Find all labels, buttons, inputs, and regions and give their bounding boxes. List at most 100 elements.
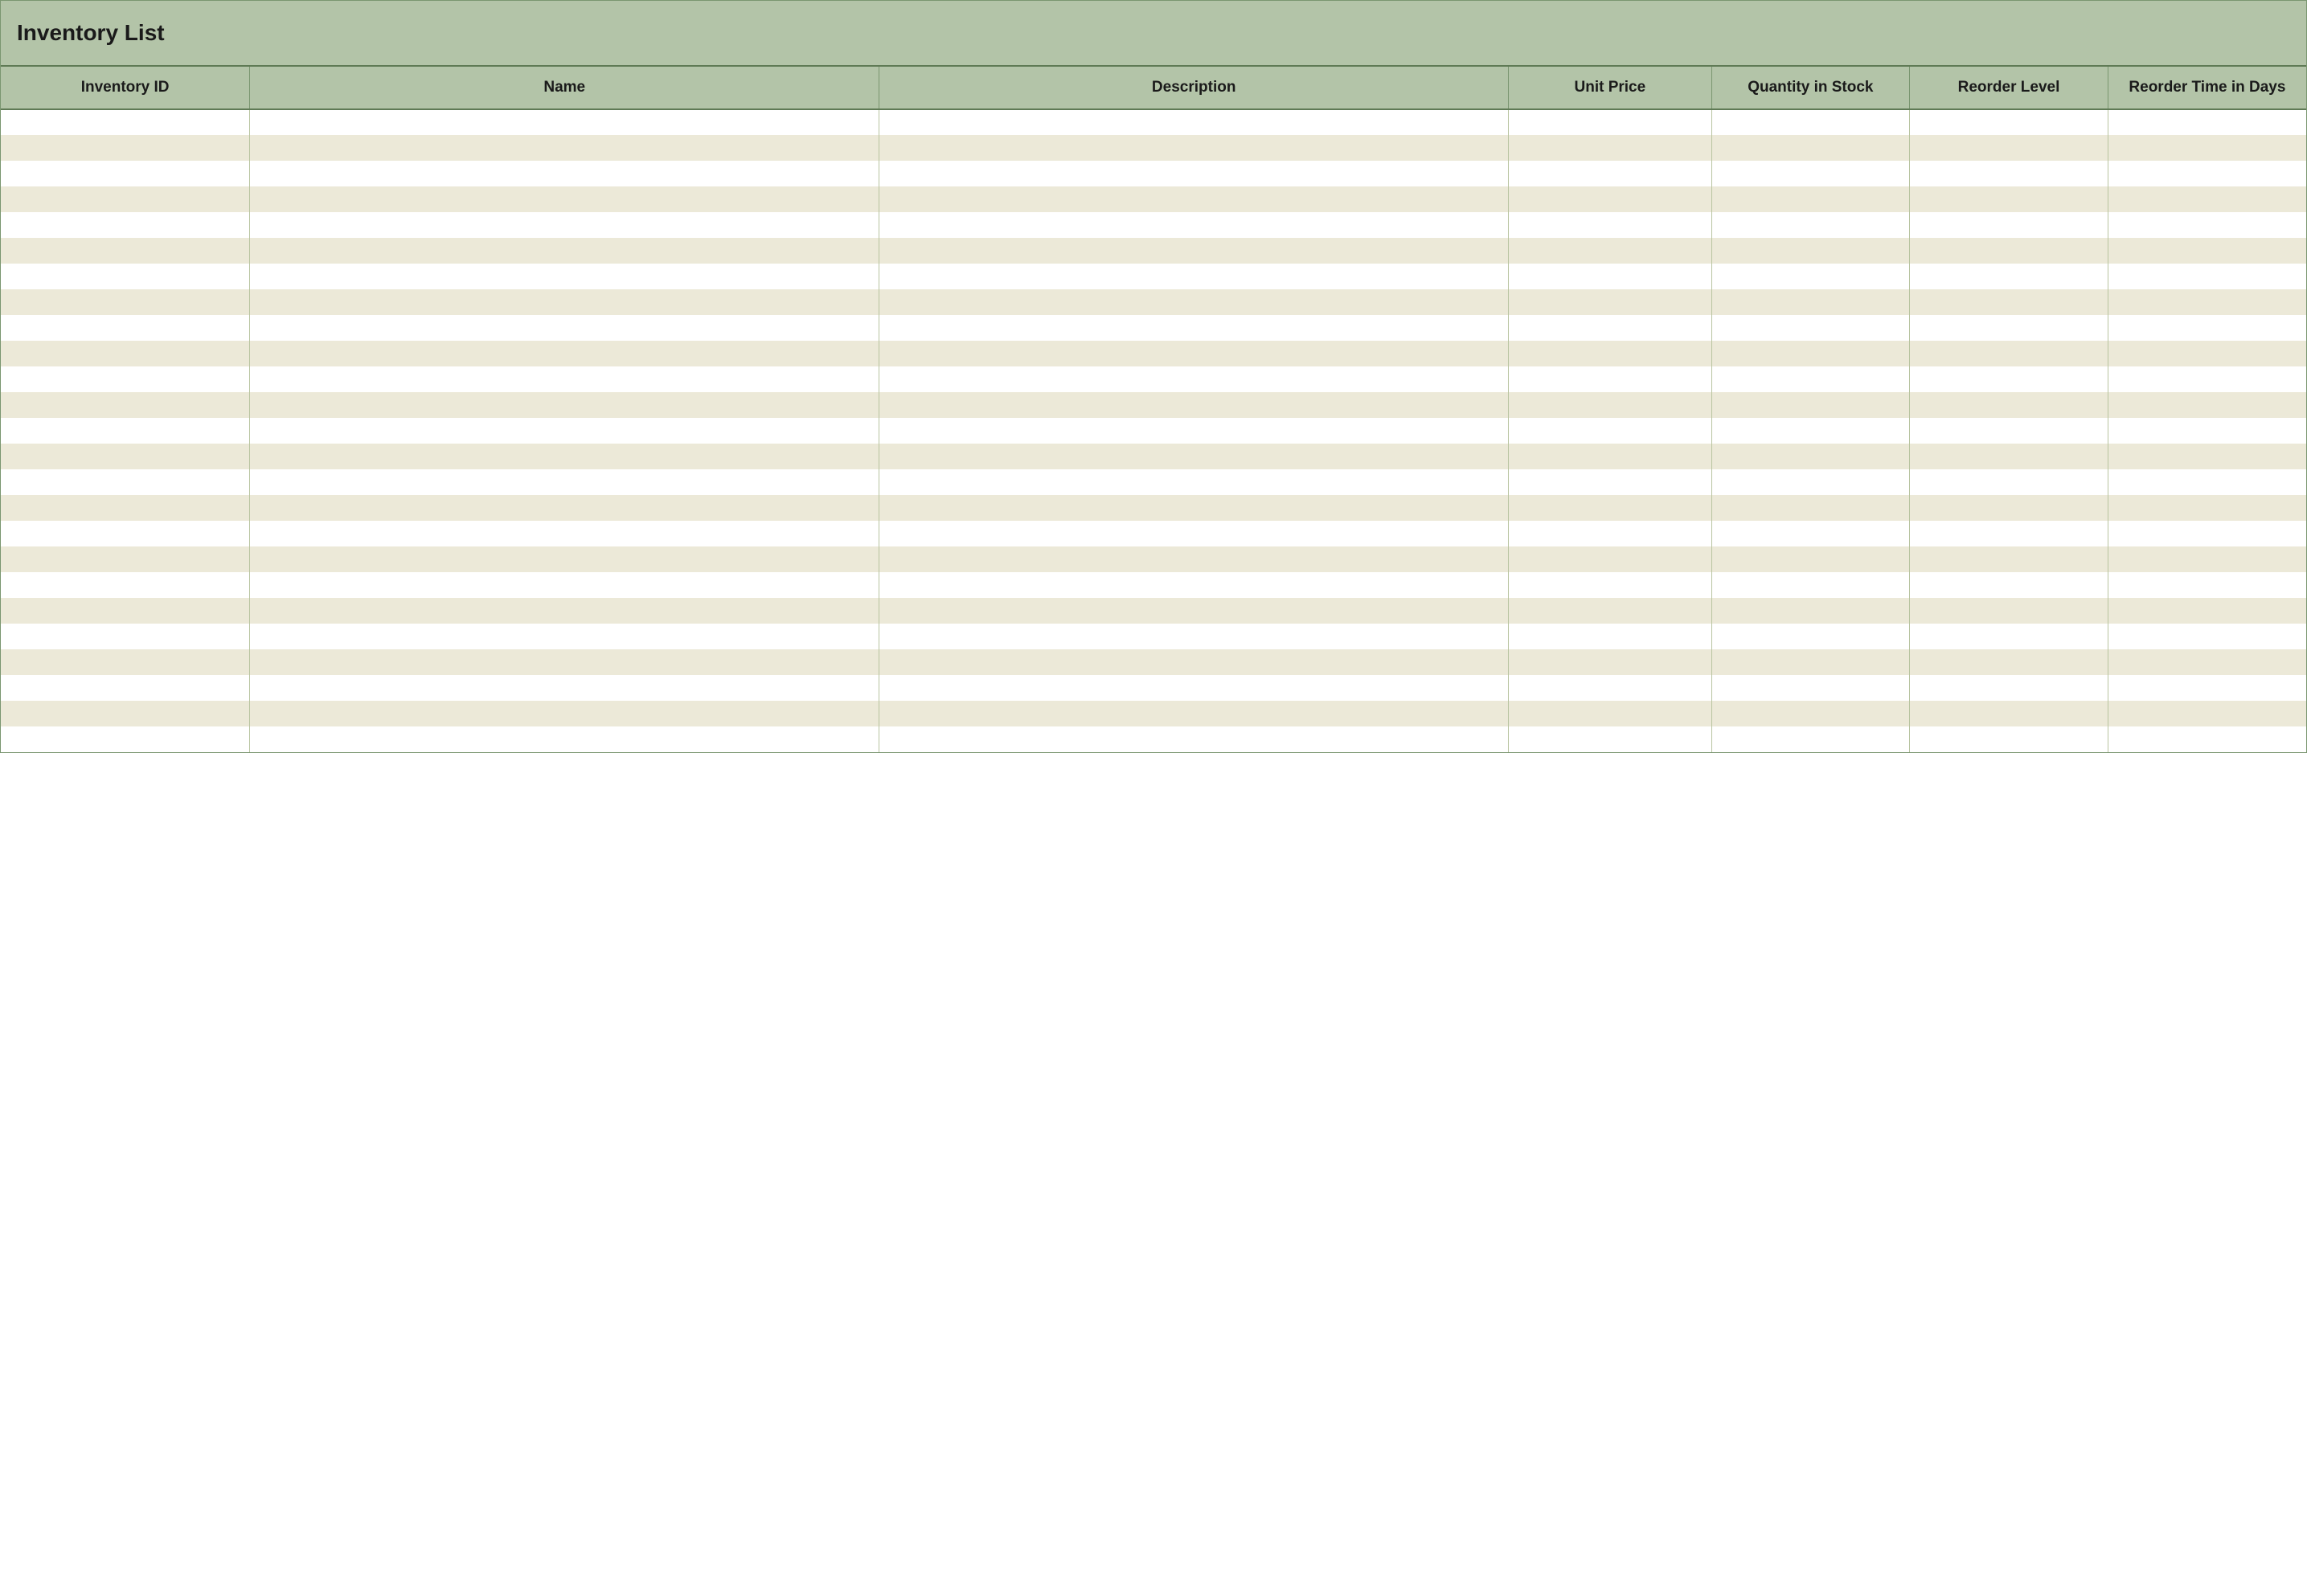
cell-name[interactable] (250, 444, 879, 469)
cell-quantity_in_stock[interactable] (1711, 701, 1910, 726)
cell-description[interactable] (879, 289, 1509, 315)
cell-quantity_in_stock[interactable] (1711, 418, 1910, 444)
cell-reorder_level[interactable] (1910, 135, 2108, 161)
cell-reorder_time_in_days[interactable] (2108, 649, 2306, 675)
cell-name[interactable] (250, 701, 879, 726)
cell-reorder_time_in_days[interactable] (2108, 186, 2306, 212)
cell-inventory_id[interactable] (1, 366, 250, 392)
cell-unit_price[interactable] (1509, 135, 1711, 161)
cell-reorder_time_in_days[interactable] (2108, 675, 2306, 701)
cell-description[interactable] (879, 726, 1509, 752)
cell-unit_price[interactable] (1509, 726, 1711, 752)
cell-reorder_level[interactable] (1910, 624, 2108, 649)
cell-name[interactable] (250, 624, 879, 649)
cell-inventory_id[interactable] (1, 546, 250, 572)
cell-reorder_time_in_days[interactable] (2108, 444, 2306, 469)
cell-description[interactable] (879, 109, 1509, 135)
cell-quantity_in_stock[interactable] (1711, 675, 1910, 701)
cell-reorder_level[interactable] (1910, 315, 2108, 341)
cell-unit_price[interactable] (1509, 598, 1711, 624)
cell-description[interactable] (879, 238, 1509, 264)
cell-description[interactable] (879, 675, 1509, 701)
cell-description[interactable] (879, 392, 1509, 418)
cell-quantity_in_stock[interactable] (1711, 444, 1910, 469)
cell-name[interactable] (250, 495, 879, 521)
cell-inventory_id[interactable] (1, 624, 250, 649)
cell-reorder_time_in_days[interactable] (2108, 701, 2306, 726)
cell-reorder_level[interactable] (1910, 572, 2108, 598)
cell-description[interactable] (879, 161, 1509, 186)
cell-reorder_level[interactable] (1910, 598, 2108, 624)
cell-unit_price[interactable] (1509, 186, 1711, 212)
cell-name[interactable] (250, 392, 879, 418)
cell-unit_price[interactable] (1509, 109, 1711, 135)
column-header-quantity-in-stock[interactable]: Quantity in Stock (1711, 67, 1910, 109)
cell-reorder_time_in_days[interactable] (2108, 264, 2306, 289)
cell-quantity_in_stock[interactable] (1711, 238, 1910, 264)
cell-reorder_level[interactable] (1910, 726, 2108, 752)
cell-inventory_id[interactable] (1, 238, 250, 264)
cell-description[interactable] (879, 598, 1509, 624)
cell-name[interactable] (250, 598, 879, 624)
cell-name[interactable] (250, 726, 879, 752)
cell-reorder_time_in_days[interactable] (2108, 289, 2306, 315)
cell-unit_price[interactable] (1509, 418, 1711, 444)
cell-description[interactable] (879, 444, 1509, 469)
cell-inventory_id[interactable] (1, 495, 250, 521)
cell-name[interactable] (250, 521, 879, 546)
cell-name[interactable] (250, 212, 879, 238)
cell-description[interactable] (879, 186, 1509, 212)
cell-quantity_in_stock[interactable] (1711, 726, 1910, 752)
cell-unit_price[interactable] (1509, 315, 1711, 341)
cell-inventory_id[interactable] (1, 701, 250, 726)
cell-description[interactable] (879, 624, 1509, 649)
cell-inventory_id[interactable] (1, 289, 250, 315)
cell-unit_price[interactable] (1509, 341, 1711, 366)
cell-quantity_in_stock[interactable] (1711, 572, 1910, 598)
cell-name[interactable] (250, 366, 879, 392)
cell-reorder_level[interactable] (1910, 238, 2108, 264)
cell-reorder_time_in_days[interactable] (2108, 392, 2306, 418)
cell-unit_price[interactable] (1509, 161, 1711, 186)
cell-description[interactable] (879, 212, 1509, 238)
cell-description[interactable] (879, 701, 1509, 726)
cell-reorder_level[interactable] (1910, 444, 2108, 469)
cell-reorder_time_in_days[interactable] (2108, 315, 2306, 341)
cell-reorder_level[interactable] (1910, 469, 2108, 495)
cell-inventory_id[interactable] (1, 418, 250, 444)
cell-inventory_id[interactable] (1, 109, 250, 135)
cell-reorder_level[interactable] (1910, 701, 2108, 726)
cell-quantity_in_stock[interactable] (1711, 521, 1910, 546)
cell-reorder_time_in_days[interactable] (2108, 469, 2306, 495)
cell-unit_price[interactable] (1509, 264, 1711, 289)
cell-quantity_in_stock[interactable] (1711, 315, 1910, 341)
cell-reorder_time_in_days[interactable] (2108, 726, 2306, 752)
cell-quantity_in_stock[interactable] (1711, 649, 1910, 675)
cell-reorder_time_in_days[interactable] (2108, 161, 2306, 186)
cell-unit_price[interactable] (1509, 572, 1711, 598)
cell-description[interactable] (879, 469, 1509, 495)
cell-reorder_level[interactable] (1910, 521, 2108, 546)
cell-description[interactable] (879, 418, 1509, 444)
cell-description[interactable] (879, 649, 1509, 675)
cell-quantity_in_stock[interactable] (1711, 341, 1910, 366)
cell-inventory_id[interactable] (1, 212, 250, 238)
cell-inventory_id[interactable] (1, 341, 250, 366)
cell-name[interactable] (250, 341, 879, 366)
cell-unit_price[interactable] (1509, 444, 1711, 469)
cell-quantity_in_stock[interactable] (1711, 161, 1910, 186)
cell-name[interactable] (250, 289, 879, 315)
cell-name[interactable] (250, 572, 879, 598)
cell-name[interactable] (250, 469, 879, 495)
cell-quantity_in_stock[interactable] (1711, 624, 1910, 649)
cell-unit_price[interactable] (1509, 238, 1711, 264)
cell-name[interactable] (250, 418, 879, 444)
cell-reorder_time_in_days[interactable] (2108, 521, 2306, 546)
cell-reorder_level[interactable] (1910, 495, 2108, 521)
cell-quantity_in_stock[interactable] (1711, 495, 1910, 521)
cell-name[interactable] (250, 649, 879, 675)
cell-reorder_level[interactable] (1910, 186, 2108, 212)
cell-description[interactable] (879, 341, 1509, 366)
cell-name[interactable] (250, 186, 879, 212)
cell-description[interactable] (879, 135, 1509, 161)
